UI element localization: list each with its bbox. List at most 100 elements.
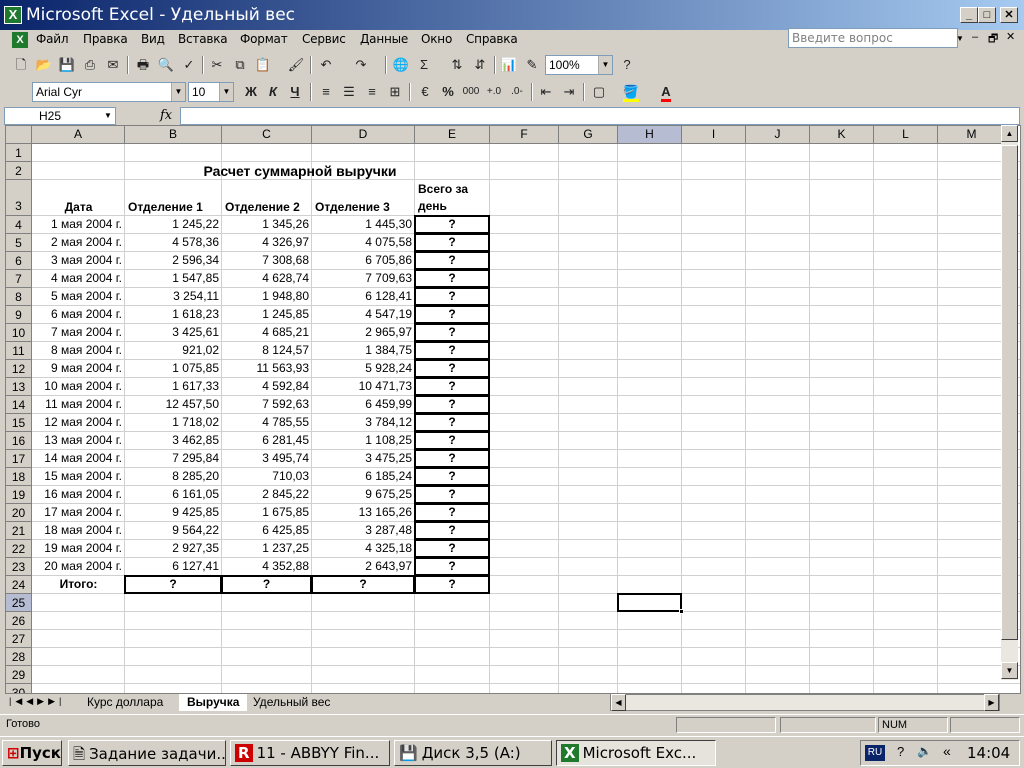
column-header[interactable]: D xyxy=(312,126,415,144)
day-total-cell[interactable]: ? xyxy=(414,539,490,558)
row-header[interactable]: 30 xyxy=(6,684,32,693)
tray-expand-icon[interactable]: « xyxy=(943,743,951,759)
dept1-cell[interactable]: 9 425,85 xyxy=(125,504,222,521)
column-header[interactable]: K xyxy=(810,126,874,144)
dept2-cell[interactable]: 4 685,21 xyxy=(222,324,312,341)
dept1-cell[interactable]: 1 618,23 xyxy=(125,306,222,323)
help-icon[interactable]: ? xyxy=(616,55,638,75)
dept3-cell[interactable]: 4 325,18 xyxy=(312,540,415,557)
name-box[interactable]: H25 ▼ xyxy=(4,107,116,125)
dept2-cell[interactable]: 7 592,63 xyxy=(222,396,312,413)
row-header[interactable]: 22 xyxy=(6,540,32,558)
taskbar-button[interactable]: 🗎 Задание задачи... xyxy=(68,740,226,766)
day-total-cell[interactable]: ? xyxy=(414,215,490,234)
day-total-cell[interactable]: ? xyxy=(414,395,490,414)
currency-icon[interactable]: € xyxy=(414,82,436,102)
dept2-cell[interactable]: 4 326,97 xyxy=(222,234,312,251)
scroll-thumb[interactable] xyxy=(1001,145,1018,640)
dept3-cell[interactable]: 13 165,26 xyxy=(312,504,415,521)
dept2-cell[interactable]: 1 948,80 xyxy=(222,288,312,305)
menu-item-1[interactable]: Правка xyxy=(83,32,128,46)
dept1-cell[interactable]: 8 285,20 xyxy=(125,468,222,485)
column-header[interactable]: L xyxy=(874,126,938,144)
column-header[interactable]: F xyxy=(490,126,559,144)
row-header[interactable]: 3 xyxy=(6,180,32,216)
zoom-select[interactable]: 100% ▼ xyxy=(545,55,613,75)
column-header[interactable]: E xyxy=(415,126,490,144)
date-cell[interactable]: 1 мая 2004 г. xyxy=(32,216,125,233)
date-cell[interactable]: 10 мая 2004 г. xyxy=(32,378,125,395)
font-name-select[interactable]: Arial Cyr ▼ xyxy=(32,82,186,102)
scroll-up-button[interactable]: ▲ xyxy=(1001,125,1018,142)
help-tray-icon[interactable]: ? xyxy=(897,744,904,759)
row-header[interactable]: 12 xyxy=(6,360,32,378)
workbook-minimize-button[interactable]: – xyxy=(972,31,978,43)
dept1-cell[interactable]: 4 578,36 xyxy=(125,234,222,251)
dept1-cell[interactable]: 1 547,85 xyxy=(125,270,222,287)
chevron-down-icon[interactable]: ▼ xyxy=(598,56,612,74)
dept2-cell[interactable]: 1 245,85 xyxy=(222,306,312,323)
day-total-cell[interactable]: ? xyxy=(414,269,490,288)
column-header[interactable]: C xyxy=(222,126,312,144)
sort-ascending-icon[interactable]: ⇅ xyxy=(446,55,468,75)
vertical-scrollbar[interactable]: ▲ ▼ xyxy=(1001,125,1018,680)
dept1-cell[interactable]: 1 617,33 xyxy=(125,378,222,395)
dept1-cell[interactable]: 2 927,35 xyxy=(125,540,222,557)
chevron-down-icon[interactable]: ▼ xyxy=(171,83,185,101)
date-cell[interactable]: 20 мая 2004 г. xyxy=(32,558,125,575)
cut-icon[interactable]: ✂ xyxy=(206,55,228,75)
dept1-cell[interactable]: 3 254,11 xyxy=(125,288,222,305)
menu-item-7[interactable]: Окно xyxy=(421,32,452,46)
row-header[interactable]: 6 xyxy=(6,252,32,270)
row-header[interactable]: 27 xyxy=(6,630,32,648)
dept3-cell[interactable]: 6 705,86 xyxy=(312,252,415,269)
row-header[interactable]: 24 xyxy=(6,576,32,594)
permission-icon[interactable]: ⎙ xyxy=(79,55,101,75)
horizontal-scrollbar[interactable]: ◀ ▶ xyxy=(610,694,1000,711)
row-header[interactable]: 13 xyxy=(6,378,32,396)
hyperlink-icon[interactable]: 🌐 xyxy=(390,55,412,75)
dept1-cell[interactable]: 921,02 xyxy=(125,342,222,359)
column-header[interactable]: I xyxy=(682,126,746,144)
thousands-button[interactable]: 000 xyxy=(460,82,482,102)
row-header[interactable]: 20 xyxy=(6,504,32,522)
total-total-cell[interactable]: ? xyxy=(414,575,490,594)
row-header[interactable]: 16 xyxy=(6,432,32,450)
row-header[interactable]: 11 xyxy=(6,342,32,360)
sheet-tab[interactable]: Выручка xyxy=(179,694,248,711)
sheet-tab[interactable]: Курс доллара xyxy=(79,694,171,711)
row-header[interactable]: 26 xyxy=(6,612,32,630)
workbook-restore-button[interactable]: 🗗 xyxy=(988,30,998,49)
language-indicator[interactable]: RU xyxy=(865,745,885,761)
save-icon[interactable]: 💾 xyxy=(56,55,78,75)
dept2-cell[interactable]: 6 425,85 xyxy=(222,522,312,539)
dept2-cell[interactable]: 1 345,26 xyxy=(222,216,312,233)
dept1-cell[interactable]: 7 295,84 xyxy=(125,450,222,467)
date-cell[interactable]: 6 мая 2004 г. xyxy=(32,306,125,323)
menu-item-3[interactable]: Вставка xyxy=(178,32,228,46)
menu-item-2[interactable]: Вид xyxy=(141,32,165,46)
formula-input[interactable] xyxy=(180,107,1020,125)
column-header[interactable]: G xyxy=(559,126,618,144)
dept3-cell[interactable]: 4 547,19 xyxy=(312,306,415,323)
day-total-cell[interactable]: ? xyxy=(414,377,490,396)
email-icon[interactable]: ✉ xyxy=(102,55,124,75)
row-header[interactable]: 10 xyxy=(6,324,32,342)
workbook-close-button[interactable]: ✕ xyxy=(1006,30,1015,43)
menu-item-8[interactable]: Справка xyxy=(466,32,518,46)
dept1-cell[interactable]: 1 245,22 xyxy=(125,216,222,233)
dept2-cell[interactable]: 4 592,84 xyxy=(222,378,312,395)
column-header[interactable]: B xyxy=(125,126,222,144)
taskbar-button[interactable]: R 11 - ABBYY Fin... xyxy=(230,740,390,766)
row-header[interactable]: 9 xyxy=(6,306,32,324)
row-header[interactable]: 29 xyxy=(6,666,32,684)
day-total-cell[interactable]: ? xyxy=(414,467,490,486)
italic-button[interactable]: К xyxy=(262,82,284,102)
date-cell[interactable]: 11 мая 2004 г. xyxy=(32,396,125,413)
day-total-cell[interactable]: ? xyxy=(414,323,490,342)
dept1-cell[interactable]: 3 425,61 xyxy=(125,324,222,341)
day-total-cell[interactable]: ? xyxy=(414,431,490,450)
row-header[interactable]: 2 xyxy=(6,162,32,180)
dept1-cell[interactable]: 3 462,85 xyxy=(125,432,222,449)
sort-descending-icon[interactable]: ⇵ xyxy=(469,55,491,75)
